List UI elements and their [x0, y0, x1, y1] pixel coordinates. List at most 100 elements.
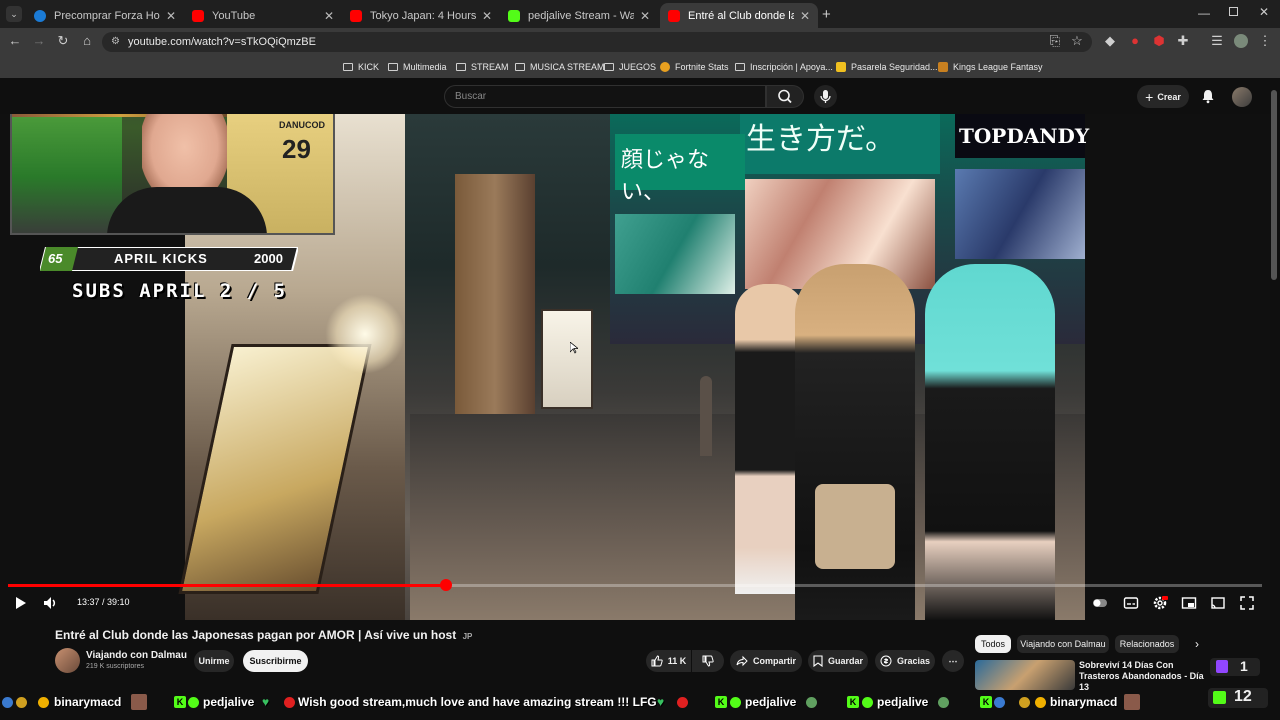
progress-scrubber[interactable] [439, 579, 452, 591]
badge-icon [1019, 697, 1030, 708]
close-tab-icon[interactable]: ✕ [166, 9, 176, 23]
tab-title: Tokyo Japan: 4 Hours of Heavy [370, 9, 476, 22]
like-button[interactable]: 11 K [646, 650, 691, 672]
related-video-thumbnail[interactable] [975, 660, 1075, 690]
bookmark-kick[interactable]: KICK [343, 60, 379, 74]
notifications-button[interactable] [1200, 88, 1216, 104]
extension-shield-icon[interactable]: ● [1128, 34, 1142, 48]
settings-gear-icon[interactable] [1152, 595, 1168, 611]
chip-todos[interactable]: Todos [975, 635, 1011, 653]
new-tab-button[interactable]: + [822, 6, 831, 23]
tab-search-button[interactable]: ⌄ [6, 6, 22, 22]
tab-title: YouTube [212, 9, 256, 22]
bookmark-kings-league[interactable]: Kings League Fantasy [938, 60, 1043, 74]
close-tab-icon[interactable]: ✕ [324, 9, 334, 23]
tab-active-video[interactable]: Entré al Club donde las Japone ✕ [660, 3, 818, 28]
create-button[interactable]: + Crear [1137, 85, 1189, 108]
badge-icon [16, 697, 27, 708]
subtitles-icon[interactable] [1123, 595, 1139, 611]
chip-label: Relacionados [1119, 639, 1175, 649]
tab-youtube[interactable]: YouTube ✕ [184, 3, 342, 28]
tab-forza[interactable]: Precomprar Forza Horizon 6 en ✕ [26, 3, 184, 28]
dislike-button[interactable] [692, 650, 724, 672]
page-scrollbar[interactable] [1271, 90, 1277, 280]
bookmark-fortnite-stats[interactable]: Fortnite Stats [660, 60, 729, 74]
cast-icon[interactable] [1210, 595, 1226, 611]
more-actions-button[interactable]: ⋯ [942, 650, 964, 672]
bookmark-inscripcion[interactable]: Inscripción | Apoya... [735, 60, 833, 74]
miniplayer-icon[interactable] [1181, 595, 1197, 611]
close-window-icon[interactable]: ✕ [1259, 5, 1269, 19]
bookmark-star-icon[interactable]: ☆ [1070, 34, 1084, 48]
youtube-icon [668, 9, 680, 22]
bookmark-juegos[interactable]: JUEGOS [604, 60, 656, 74]
chip-relacionados[interactable]: Relacionados [1115, 635, 1179, 653]
badge-icon [1035, 697, 1046, 708]
site-info-icon[interactable]: ⚙ [111, 36, 120, 47]
address-bar[interactable]: ⚙ youtube.com/watch?v=sTkOQiQmzBE [102, 32, 1092, 52]
reload-icon[interactable]: ↻ [56, 34, 70, 48]
home-icon[interactable]: ⌂ [80, 34, 94, 48]
close-tab-icon[interactable]: ✕ [640, 9, 650, 23]
bookmark-pasarela[interactable]: Pasarela Seguridad... [836, 60, 938, 74]
youtube-icon [350, 9, 362, 22]
chip-channel[interactable]: Viajando con Dalmau [1017, 635, 1109, 653]
thanks-label: Gracias [896, 656, 931, 666]
chip-label: Todos [980, 639, 1006, 649]
extension-ublock-icon[interactable]: ⬢ [1152, 34, 1166, 48]
related-video-title[interactable]: Sobreviví 14 Días Con Trasteros Abandona… [1079, 660, 1209, 693]
account-avatar[interactable] [1232, 87, 1252, 107]
thanks-button[interactable]: Gracias [875, 650, 935, 672]
kicks-current: 65 [48, 251, 63, 266]
subscriber-count: 219 K suscriptores [86, 663, 144, 670]
extensions-icon[interactable]: ✚ [1176, 34, 1190, 48]
kick-badge-icon: K [980, 696, 992, 708]
channel-avatar[interactable] [55, 648, 80, 673]
bookmark-musica-stream[interactable]: MUSICA STREAM [515, 60, 605, 74]
minimize-icon[interactable]: — [1198, 6, 1210, 20]
kick-badge-icon: K [715, 696, 727, 708]
play-icon[interactable] [12, 595, 28, 611]
join-button[interactable]: Unirme [194, 650, 234, 672]
back-icon[interactable]: ← [8, 34, 22, 48]
bookmark-multimedia[interactable]: Multimedia [388, 60, 447, 74]
forward-icon[interactable]: → [32, 34, 46, 48]
menu-kebab-icon[interactable]: ⋮ [1258, 34, 1272, 48]
reading-list-icon[interactable]: ☰ [1210, 34, 1224, 48]
close-tab-icon[interactable]: ✕ [800, 9, 810, 23]
kicks-title: APRIL KICKS [114, 251, 208, 266]
chip-label: Viajando con Dalmau [1020, 639, 1106, 649]
profile-avatar[interactable] [1234, 34, 1248, 48]
microphone-icon [820, 90, 831, 103]
folder-icon [604, 63, 614, 71]
search-button[interactable] [766, 85, 804, 108]
kick-badge-icon: K [847, 696, 859, 708]
maximize-icon[interactable] [1229, 7, 1238, 16]
ticker-username: pedjalive [203, 695, 255, 709]
save-label: Guardar [827, 656, 863, 666]
subscribe-button[interactable]: Suscribirme [243, 650, 308, 672]
extension-diamond-icon[interactable]: ◆ [1103, 34, 1117, 48]
search-input[interactable]: Buscar [444, 85, 766, 108]
install-app-icon[interactable]: ⎘ [1048, 34, 1062, 48]
fullscreen-icon[interactable] [1239, 595, 1255, 611]
bookmark-label: Inscripción | Apoya... [750, 62, 833, 72]
close-tab-icon[interactable]: ✕ [482, 9, 492, 23]
kick-icon [1213, 691, 1226, 704]
tab-kick[interactable]: pedjalive Stream - Watch Live o ✕ [500, 3, 658, 28]
bookmark-stream[interactable]: STREAM [456, 60, 509, 74]
video-player[interactable]: 生き方だ。 顔じゃない、 TOPDANDY DANUCOD 29 65 APRI… [0, 114, 1270, 620]
bookmark-label: STREAM [471, 62, 509, 72]
voice-search-button[interactable] [814, 85, 837, 108]
save-button[interactable]: Guardar [808, 650, 868, 672]
autoplay-toggle-icon[interactable] [1092, 595, 1108, 611]
folder-icon [456, 63, 466, 71]
chevron-right-icon[interactable]: › [1195, 637, 1199, 651]
tab-tokyo[interactable]: Tokyo Japan: 4 Hours of Heavy ✕ [342, 3, 500, 28]
channel-name[interactable]: Viajando con Dalmau [86, 650, 187, 661]
ticker-username: binarymacd [54, 695, 122, 709]
progress-played [8, 584, 446, 587]
share-button[interactable]: Compartir [730, 650, 802, 672]
volume-icon[interactable] [42, 595, 58, 611]
streamer-shirt [107, 187, 267, 233]
